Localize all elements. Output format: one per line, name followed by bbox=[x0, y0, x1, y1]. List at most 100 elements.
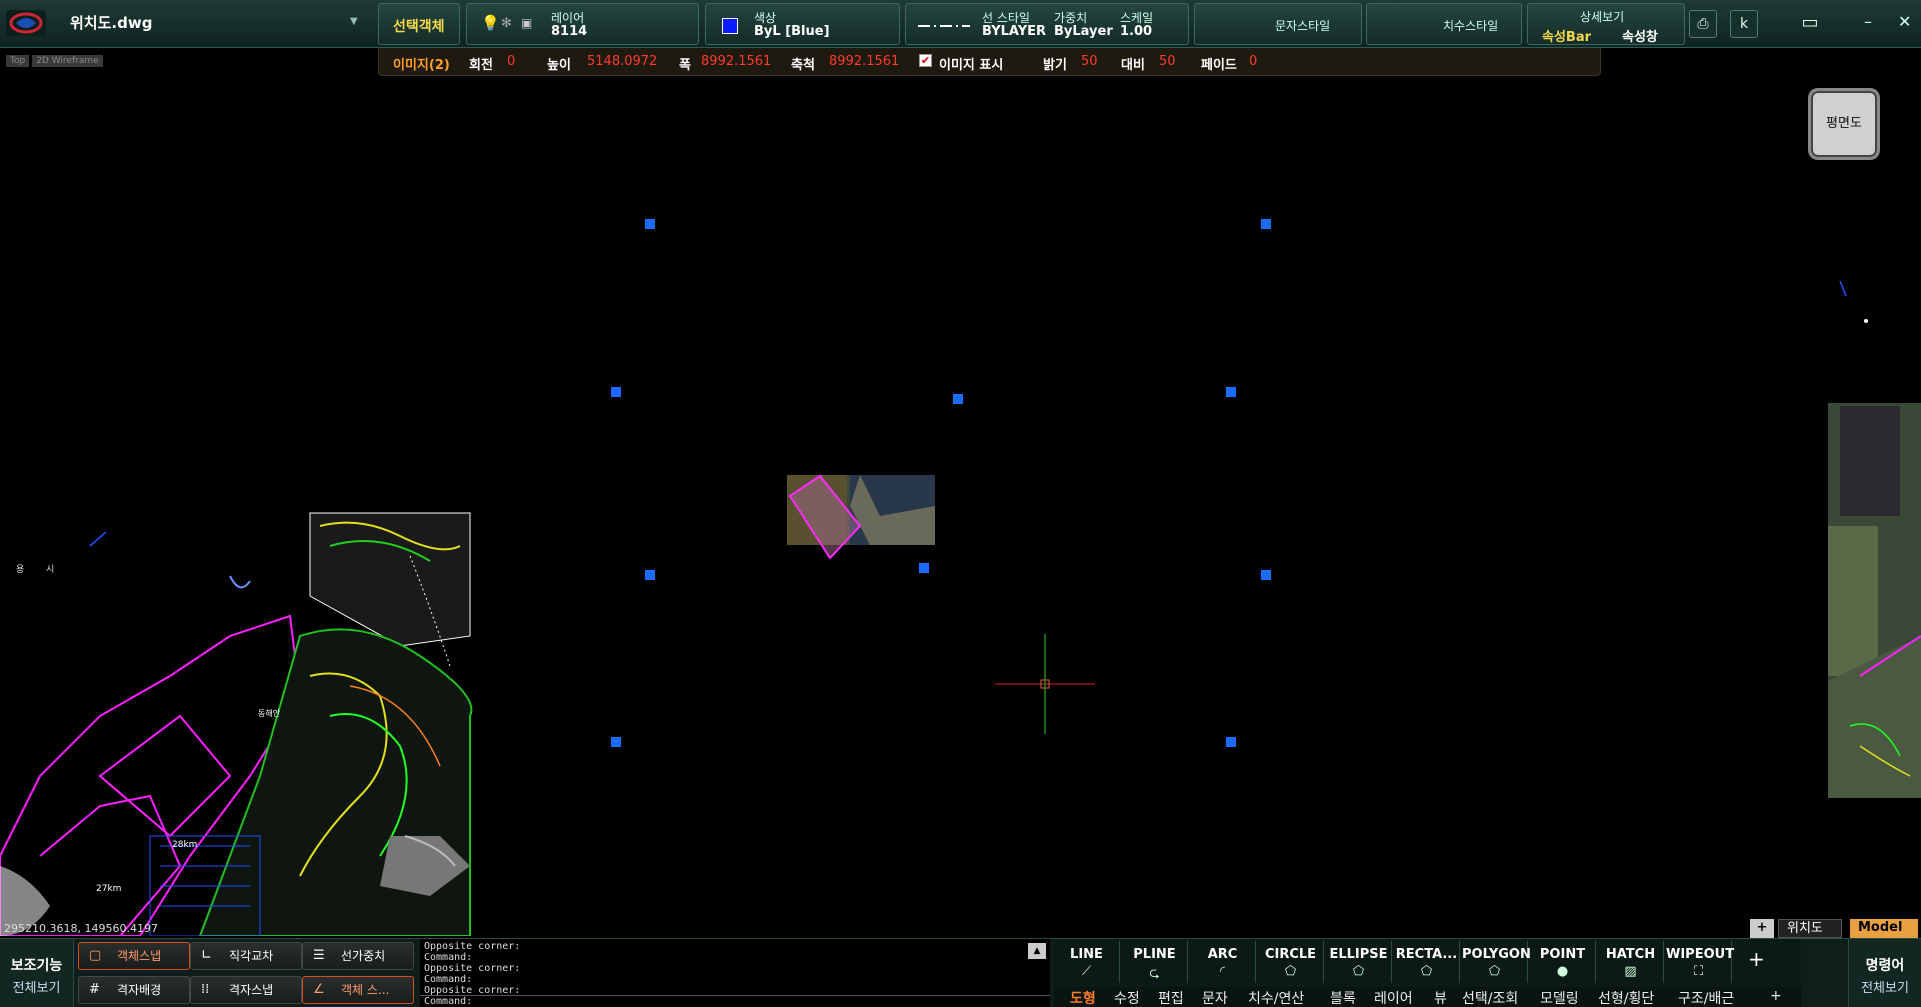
color-panel[interactable]: 색상 ByL [Blue] bbox=[705, 3, 900, 45]
lineweight-icon: ☰ bbox=[313, 948, 325, 963]
category-tab[interactable]: 레이어 bbox=[1374, 988, 1413, 1007]
crosshair-cursor bbox=[995, 634, 1095, 734]
add-tool-button[interactable]: + bbox=[1748, 947, 1765, 971]
tool-label: CIRCLE bbox=[1264, 947, 1317, 962]
view-direction-tag[interactable]: Top bbox=[6, 55, 30, 67]
arc-icon: ◜ bbox=[1219, 964, 1226, 979]
property-bar-button[interactable]: 속성Bar bbox=[1542, 26, 1591, 45]
command-panel-view-all[interactable]: 전체보기 bbox=[1849, 977, 1921, 996]
ellipse-tool-button[interactable]: ELLIPSE ⬠ bbox=[1326, 941, 1392, 983]
arc-tool-button[interactable]: ARC ◜ bbox=[1190, 941, 1256, 983]
tool-label: HATCH bbox=[1605, 947, 1656, 962]
layer-value: 8114 bbox=[551, 24, 588, 39]
dim-style-label: 치수스타일 bbox=[1443, 19, 1499, 33]
grip bbox=[1226, 387, 1236, 397]
site-map-drawing[interactable]: 용 시 28km 27km 동해안 bbox=[0, 512, 473, 936]
tool-label: WIPEOUT bbox=[1666, 947, 1735, 962]
text-style-panel[interactable]: 문자스타일 bbox=[1194, 3, 1362, 45]
category-tab[interactable]: 문자 bbox=[1202, 988, 1228, 1007]
selection-grips[interactable] bbox=[611, 219, 1271, 747]
category-tab[interactable]: 도형 bbox=[1070, 988, 1096, 1007]
object-track-button[interactable]: ∠ 객체 스... bbox=[302, 976, 414, 1004]
layout-tab[interactable]: 위치도 bbox=[1778, 919, 1842, 938]
rotation-label: 회전 bbox=[469, 58, 493, 73]
category-tab[interactable]: 구조/배근 bbox=[1678, 988, 1734, 1007]
command-prompt: Command: bbox=[424, 996, 473, 1007]
visual-style-tag[interactable]: 2D Wireframe bbox=[32, 55, 103, 67]
file-dropdown-icon[interactable]: ▼ bbox=[350, 16, 358, 27]
detail-caption: 상세보기 bbox=[1580, 10, 1625, 24]
aerial-image-strip[interactable] bbox=[1828, 280, 1921, 798]
category-tab[interactable]: 치수/연산 bbox=[1248, 988, 1304, 1007]
polygon-tool-button[interactable]: POLYGON ⬠ bbox=[1462, 941, 1531, 983]
contrast-value[interactable]: 50 bbox=[1159, 54, 1176, 69]
height-value[interactable]: 5148.0972 bbox=[587, 54, 657, 69]
category-tab[interactable]: 선택/조회 bbox=[1462, 988, 1518, 1007]
category-tab[interactable]: 뷰 bbox=[1434, 988, 1447, 1007]
keyboard-icon[interactable]: k bbox=[1730, 10, 1758, 38]
category-tab[interactable]: 수정 bbox=[1114, 988, 1140, 1007]
polygon-icon: ⬠ bbox=[1488, 964, 1501, 979]
image-show-checkbox[interactable]: ✔ bbox=[919, 54, 932, 67]
aux-view-all[interactable]: 전체보기 bbox=[0, 977, 73, 996]
line-icon: ⟋ bbox=[1081, 964, 1092, 979]
wipeout-tool-button[interactable]: WIPEOUT ⛶ bbox=[1666, 941, 1735, 983]
aux-function-panel[interactable]: 보조기능 전체보기 bbox=[0, 939, 74, 1007]
add-layout-button[interactable]: + bbox=[1750, 919, 1774, 938]
pline-icon: ⮎ bbox=[1149, 966, 1160, 981]
dim-style-panel[interactable]: 치수스타일 bbox=[1366, 3, 1522, 45]
width-value[interactable]: 8992.1561 bbox=[701, 54, 771, 69]
category-tab[interactable]: 편집 bbox=[1158, 988, 1184, 1007]
lineweight-button[interactable]: ☰ 선가중치 bbox=[302, 942, 414, 970]
ortho-button[interactable]: ∟ 직각교차 bbox=[190, 942, 302, 970]
file-title[interactable]: 위치도.dwg bbox=[70, 12, 152, 33]
image-count-title: 이미지(2) bbox=[393, 58, 450, 73]
category-tab[interactable]: 모델링 bbox=[1540, 988, 1579, 1007]
add-category-button[interactable]: + bbox=[1770, 988, 1782, 1004]
minimize-icon[interactable]: – bbox=[1864, 12, 1872, 31]
command-panel[interactable]: 명령어 전체보기 bbox=[1848, 939, 1921, 1007]
model-tab[interactable]: Model bbox=[1850, 919, 1918, 938]
property-window-button[interactable]: 속성창 bbox=[1622, 26, 1658, 45]
layer-panel[interactable]: 💡 ✻ ▣ 레이어 8114 bbox=[466, 3, 699, 45]
line-tool-button[interactable]: LINE ⟋ bbox=[1054, 941, 1120, 983]
object-snap-button[interactable]: ▢ 객체스냅 bbox=[78, 942, 190, 970]
selection-panel[interactable]: 선택객체 bbox=[378, 3, 460, 45]
lock-icon[interactable]: ▣ bbox=[521, 16, 532, 30]
point-tool-button[interactable]: POINT ● bbox=[1530, 941, 1596, 983]
screen-icon[interactable]: ▭ bbox=[1793, 10, 1827, 38]
grid-bg-icon: # bbox=[89, 982, 100, 997]
scale-value-image[interactable]: 8992.1561 bbox=[829, 54, 899, 69]
command-input[interactable]: Command: bbox=[420, 995, 1050, 1007]
snap-label: 격자배경 bbox=[117, 983, 162, 997]
fade-value[interactable]: 0 bbox=[1249, 54, 1257, 69]
map-label: 시 bbox=[46, 564, 54, 575]
square-snap-icon: ▢ bbox=[89, 948, 102, 963]
rotation-value[interactable]: 0 bbox=[507, 54, 515, 69]
lightbulb-icon[interactable]: 💡 bbox=[481, 14, 500, 32]
freeze-icon[interactable]: ✻ bbox=[501, 16, 512, 31]
grid-snap-button[interactable]: ⁞⁞ 격자스냅 bbox=[190, 976, 302, 1004]
contrast-label: 대비 bbox=[1121, 58, 1145, 73]
width-label: 폭 bbox=[679, 58, 691, 73]
close-icon[interactable]: ✕ bbox=[1898, 12, 1911, 31]
tool-label: RECTA... bbox=[1395, 947, 1458, 962]
circle-tool-button[interactable]: CIRCLE ⬠ bbox=[1258, 941, 1324, 983]
grid-background-button[interactable]: # 격자배경 bbox=[78, 976, 190, 1004]
category-tab[interactable]: 선형/횡단 bbox=[1598, 988, 1654, 1007]
tool-label: ELLIPSE bbox=[1329, 947, 1388, 962]
print-icon[interactable]: ⎙ bbox=[1689, 10, 1717, 38]
hatch-tool-button[interactable]: HATCH ▨ bbox=[1598, 941, 1664, 983]
wipeout-icon: ⛶ bbox=[1693, 964, 1704, 979]
aerial-image-thumbnail[interactable] bbox=[787, 474, 935, 560]
command-history-expand-icon[interactable]: ▲ bbox=[1028, 943, 1046, 959]
brightness-value[interactable]: 50 bbox=[1081, 54, 1098, 69]
drawing-canvas[interactable]: 용 시 28km 27km 동해안 bbox=[0, 76, 1921, 936]
rectangle-tool-button[interactable]: RECTA... ⬠ bbox=[1394, 941, 1460, 983]
pline-tool-button[interactable]: PLINE ⮎ bbox=[1122, 941, 1188, 983]
app-logo-icon[interactable] bbox=[6, 10, 46, 36]
plan-view-button[interactable]: 평면도 bbox=[1808, 88, 1880, 160]
object-track-icon: ∠ bbox=[313, 982, 325, 997]
category-tab[interactable]: 블록 bbox=[1330, 988, 1356, 1007]
linestyle-panel[interactable]: 선 스타일 BYLAYER 가중치 ByLayer 스케일 1.00 bbox=[905, 3, 1189, 45]
